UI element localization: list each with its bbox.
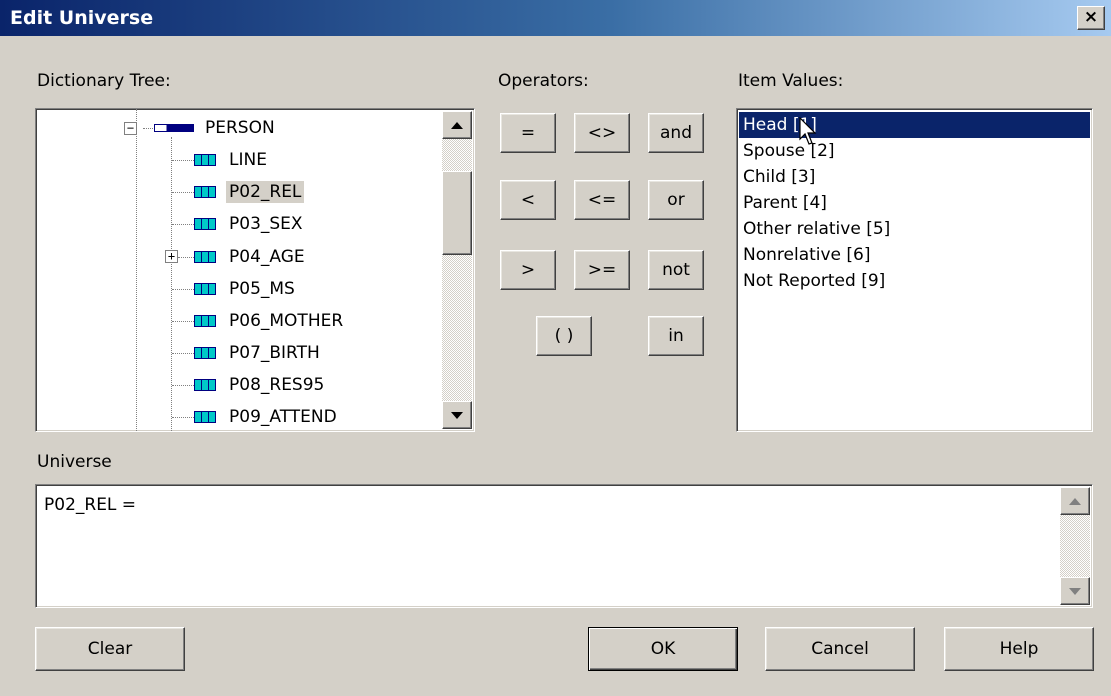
tree-item-line[interactable]: LINE [194, 144, 270, 176]
operator-or-button[interactable]: or [648, 180, 704, 220]
tree-item-p08-res95[interactable]: P08_RES95 [194, 369, 327, 401]
operator-not-equal-button[interactable]: <> [574, 113, 630, 153]
tree-item-p03-sex[interactable]: P03_SEX [194, 208, 306, 240]
item-icon [194, 315, 216, 327]
expand-p04-age-toggle[interactable]: + [165, 250, 178, 263]
scroll-down-button[interactable] [442, 401, 472, 429]
tree-record-label: PERSON [205, 118, 275, 138]
operator-equals-button[interactable]: = [500, 113, 556, 153]
item-value[interactable]: Parent [4] [741, 190, 829, 216]
record-icon [154, 124, 194, 132]
operator-not-button[interactable]: not [648, 250, 704, 290]
cancel-button[interactable]: Cancel [765, 627, 915, 671]
down-arrow-icon [1069, 587, 1081, 595]
operator-greater-equal-button[interactable]: >= [574, 250, 630, 290]
item-value[interactable]: Child [3] [741, 164, 817, 190]
universe-textarea[interactable]: P02_REL = [35, 484, 1093, 608]
item-icon [194, 411, 216, 423]
tree-item-label: P07_BIRTH [229, 343, 320, 363]
mouse-pointer-icon [799, 117, 817, 145]
universe-label: Universe [37, 452, 112, 472]
close-icon: × [1083, 7, 1099, 27]
universe-scrollbar[interactable] [1060, 487, 1090, 605]
operator-less-than-button[interactable]: < [500, 180, 556, 220]
clear-button[interactable]: Clear [35, 627, 185, 671]
help-button[interactable]: Help [944, 627, 1094, 671]
minus-icon: − [126, 121, 135, 135]
tree-item-p06-mother[interactable]: P06_MOTHER [194, 305, 346, 337]
item-value[interactable]: Head [1] [739, 112, 1090, 138]
universe-expression: P02_REL = [44, 495, 137, 515]
operator-in-button[interactable]: in [648, 316, 704, 356]
item-value[interactable]: Not Reported [9] [741, 268, 887, 294]
operator-parentheses-button[interactable]: ( ) [536, 316, 592, 356]
tree-item-p09-attend[interactable]: P09_ATTEND [194, 401, 340, 431]
operator-less-equal-button[interactable]: <= [574, 180, 630, 220]
scroll-up-button[interactable] [1060, 487, 1090, 515]
scroll-thumb[interactable] [442, 171, 472, 255]
tree-item-p02-rel[interactable]: P02_REL [194, 176, 305, 208]
tree-item-p05-ms[interactable]: P05_MS [194, 273, 298, 305]
scroll-up-button[interactable] [442, 111, 472, 139]
plus-icon: + [167, 249, 176, 263]
operator-and-button[interactable]: and [648, 113, 704, 153]
down-arrow-icon [451, 411, 463, 419]
dictionary-tree-label: Dictionary Tree: [37, 71, 171, 91]
tree-item-label: P02_REL [226, 181, 305, 203]
item-icon [194, 251, 216, 263]
item-icon [194, 186, 216, 198]
item-icon [194, 218, 216, 230]
operators-label: Operators: [498, 71, 589, 91]
tree-record-person[interactable]: PERSON [154, 112, 278, 144]
tree-item-label: P04_AGE [229, 247, 305, 267]
tree-item-p04-age[interactable]: P04_AGE [194, 241, 308, 273]
close-button[interactable]: × [1077, 6, 1105, 30]
item-values-label: Item Values: [738, 71, 844, 91]
tree-item-label: P05_MS [229, 279, 295, 299]
item-value[interactable]: Spouse [2] [741, 138, 837, 164]
item-value[interactable]: Other relative [5] [741, 216, 892, 242]
tree-item-label: P03_SEX [229, 214, 303, 234]
ok-button[interactable]: OK [588, 627, 738, 671]
item-icon [194, 347, 216, 359]
tree-item-label: P09_ATTEND [229, 407, 337, 427]
item-icon [194, 379, 216, 391]
tree-scrollbar[interactable] [442, 111, 472, 429]
item-icon [194, 283, 216, 295]
tree-item-label: P08_RES95 [229, 375, 325, 395]
tree-item-p07-birth[interactable]: P07_BIRTH [194, 337, 323, 369]
item-values-list[interactable]: Head [1] Spouse [2] Child [3] Parent [4]… [736, 108, 1093, 432]
up-arrow-icon [451, 121, 463, 129]
dictionary-tree[interactable]: − PERSON LINE P02_REL P03_SEX + P04_AGE … [35, 108, 475, 432]
item-icon [194, 154, 216, 166]
up-arrow-icon [1069, 497, 1081, 505]
window-title: Edit Universe [10, 7, 154, 29]
scroll-down-button[interactable] [1060, 577, 1090, 605]
operator-greater-than-button[interactable]: > [500, 250, 556, 290]
tree-item-label: LINE [229, 150, 267, 170]
title-bar[interactable]: Edit Universe × [0, 0, 1111, 36]
collapse-person-toggle[interactable]: − [124, 122, 137, 135]
tree-item-label: P06_MOTHER [229, 311, 344, 331]
item-value[interactable]: Nonrelative [6] [741, 242, 873, 268]
